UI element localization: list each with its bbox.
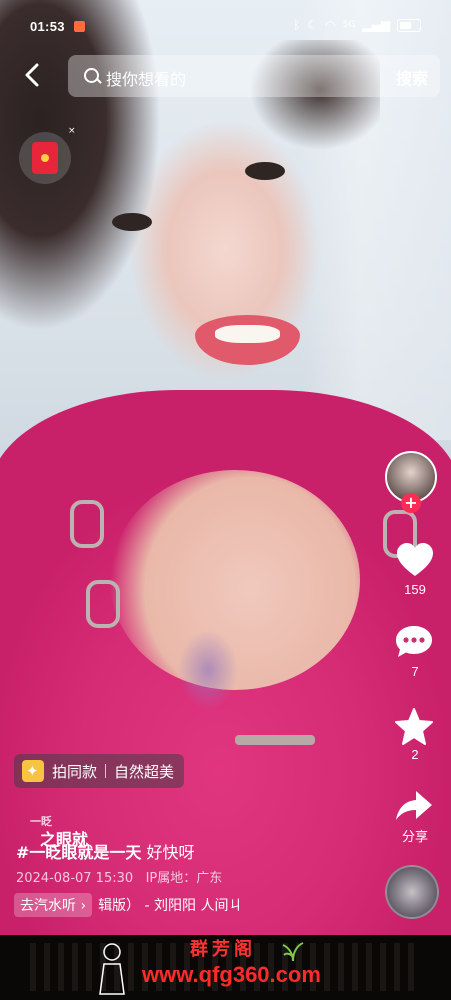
wifi-icon: ◠ [325, 18, 336, 32]
template-tag-chip[interactable]: 拍同款 自然超美 [14, 754, 185, 788]
watermark-figure-icon [99, 943, 125, 995]
tattoo [168, 625, 248, 715]
caption-hashtag[interactable]: #一眨眼就是一天 [16, 843, 141, 862]
watermark-title: 群芳阁 [190, 939, 256, 960]
right-eye [245, 162, 285, 180]
star-icon[interactable] [394, 707, 434, 747]
music-bar[interactable]: 去汽水听 › 辑版） - 刘阳阳 人间ㄐ [14, 893, 242, 917]
post-date: 2024-08-07 15:30 [16, 871, 134, 886]
post-meta: 2024-08-07 15:30 IP属地：广东 [16, 867, 222, 886]
search-button[interactable]: 搜索 [396, 65, 428, 89]
tag-topic: 自然超美 [114, 762, 175, 781]
bluetooth-icon: ᛒ [293, 18, 301, 32]
status-bar: 01:53 ᛒ ☾ ◠ 5G ▂▄▆ [0, 0, 451, 50]
share-label[interactable]: 分享 [385, 826, 445, 845]
music-disc[interactable] [385, 865, 439, 919]
music-title: 辑版） - 刘阳阳 人间ㄐ [98, 898, 243, 914]
tag-label: 拍同款 [52, 762, 98, 781]
heart-icon[interactable] [395, 541, 435, 581]
status-icons: ᛒ ☾ ◠ 5G ▂▄▆ [293, 18, 421, 32]
left-eye [112, 213, 152, 231]
strap-buckle-left-lower [86, 580, 120, 628]
comment-count: 7 [411, 664, 419, 679]
red-packet-close-icon[interactable]: × [68, 126, 76, 136]
signal-icon: ▂▄▆ [362, 18, 390, 32]
search-placeholder[interactable]: 搜你想看的 [106, 66, 186, 90]
follow-plus-icon[interactable]: + [401, 493, 421, 513]
strap-buckle-left [70, 500, 104, 548]
share-icon[interactable] [394, 789, 434, 823]
necklace-charm [235, 735, 315, 745]
red-packet-button[interactable] [19, 132, 71, 184]
comment-icon[interactable] [394, 624, 434, 660]
caption-text: 好快呀 [141, 843, 195, 862]
moon-icon: ☾ [307, 18, 319, 32]
battery-icon [397, 18, 421, 32]
like-count: 159 [404, 582, 426, 597]
video-screen[interactable]: 01:53 ᛒ ☾ ◠ 5G ▂▄▆ 搜你想看的 搜索 × + 159 7 2 … [0, 0, 451, 1000]
status-time: 01:53 [30, 19, 65, 34]
search-icon [84, 68, 99, 83]
video-frame[interactable] [0, 0, 451, 950]
post-caption: #一眨眼就是一天 好快呀 [16, 839, 195, 863]
tag-divider [105, 764, 107, 778]
network-label: 5G [342, 20, 356, 30]
favorite-count: 2 [411, 747, 419, 762]
watermark-plant-icon [282, 942, 304, 962]
sparkle-icon [22, 760, 44, 782]
username-line-1: 一眨 [30, 815, 52, 828]
music-open-chip[interactable]: 去汽水听 › [14, 893, 93, 917]
watermark-url: www.qfg360.com [142, 962, 321, 987]
red-envelope-icon [32, 142, 58, 174]
teeth [215, 325, 280, 343]
app-notification-icon [74, 21, 85, 32]
ip-location: IP属地：广东 [145, 871, 223, 886]
search-bar[interactable]: 搜你想看的 搜索 [68, 55, 440, 97]
back-arrow-icon[interactable] [20, 62, 46, 88]
